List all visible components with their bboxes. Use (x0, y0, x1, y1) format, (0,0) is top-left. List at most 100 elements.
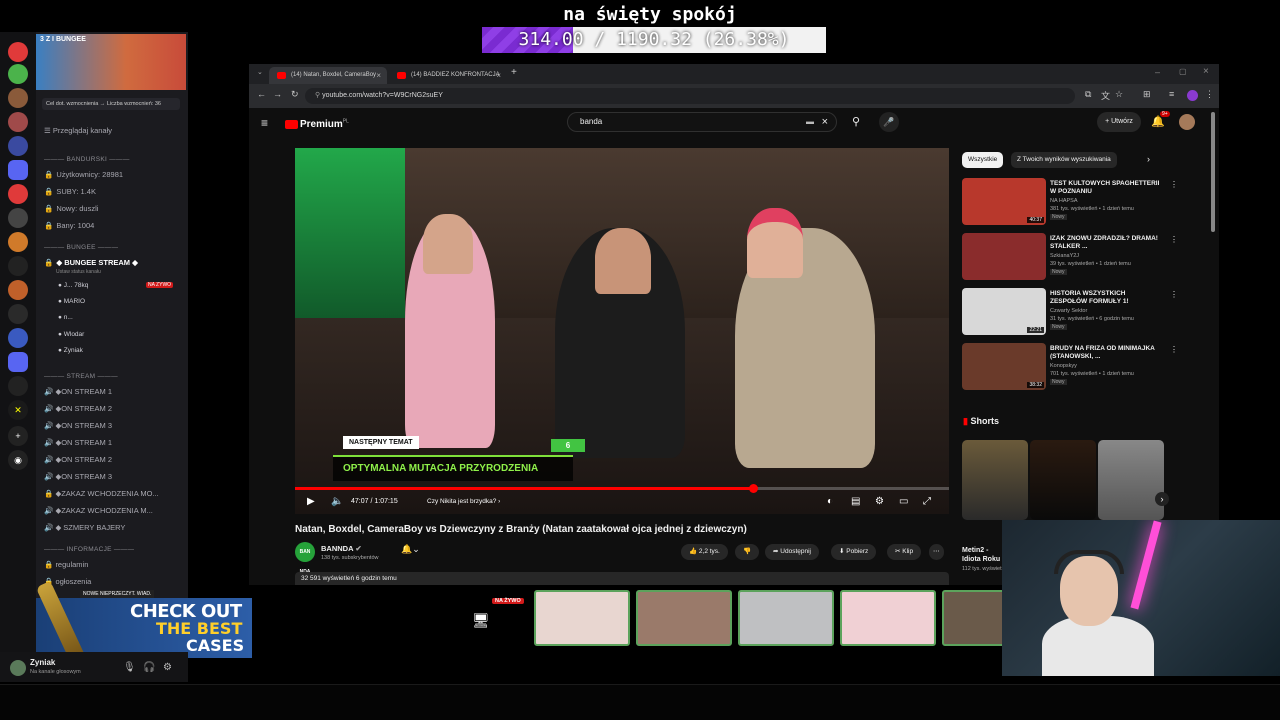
microphone-icon[interactable]: 🎙 (123, 662, 136, 673)
chevron-right-icon[interactable]: › (1147, 154, 1150, 164)
server-icon[interactable]: ✕ (8, 400, 28, 420)
server-icon[interactable] (8, 136, 28, 156)
recommendation-item[interactable]: 40:37 TEST KULTOWYCH SPAGHETTERII W POZN… (962, 178, 1202, 228)
settings-gear-icon[interactable]: ⚙ (875, 496, 884, 507)
folder-icon[interactable] (8, 160, 28, 180)
more-vert-icon[interactable]: ⋮ (1205, 89, 1214, 100)
new-tab-icon[interactable]: + (511, 67, 517, 78)
subtitles-icon[interactable]: ▤ (851, 496, 860, 507)
rec-title[interactable]: HISTORIA WSZYSTKICH ZESPOŁÓW FORMUŁY 1! (1050, 290, 1162, 306)
more-vert-icon[interactable]: ⋮ (1170, 290, 1178, 299)
channel-item[interactable]: 🔒 Użytkownicy: 28981 (44, 170, 186, 179)
more-vert-icon[interactable]: ⋮ (1170, 345, 1178, 354)
more-vert-icon[interactable]: ⋮ (1170, 180, 1178, 189)
voice-channel[interactable]: 🔊 ◆ON STREAM 1 (44, 387, 186, 396)
channel-avatar[interactable]: BAN NDA (295, 542, 315, 575)
folder-icon[interactable] (8, 352, 28, 372)
recommendation-item[interactable]: 22:21 HISTORIA WSZYSTKICH ZESPOŁÓW FORMU… (962, 288, 1202, 338)
server-icon[interactable] (8, 42, 28, 62)
chip-all[interactable]: Wszystkie (962, 152, 1004, 168)
server-icon[interactable] (8, 232, 28, 252)
server-icon[interactable] (8, 376, 28, 396)
short-thumbnail[interactable] (1030, 440, 1096, 520)
server-icon[interactable] (8, 64, 28, 84)
scrollbar[interactable] (1211, 112, 1215, 232)
video-thumbnail[interactable]: 22:21 (962, 288, 1046, 335)
participant-tile[interactable] (636, 590, 732, 646)
fullscreen-icon[interactable]: ⤢ (923, 496, 931, 507)
forward-icon[interactable]: → (273, 89, 282, 99)
menu-icon[interactable]: ≡ (1169, 89, 1174, 99)
video-progress-bar[interactable] (295, 484, 949, 493)
maximize-icon[interactable]: ▢ (1179, 67, 1187, 76)
category-bungee[interactable]: ——— BUNGEE ——— (44, 244, 186, 251)
rec-title[interactable]: IZAK ZNOWU ZDRADZIŁ? DRAMA! STALKER ... (1050, 235, 1162, 251)
voice-channel[interactable]: 🔊 ◆ON STREAM 2 (44, 404, 186, 413)
voice-user[interactable]: ● n... (58, 314, 200, 321)
voice-user[interactable]: ● J... 78kq NA ŻYWO (58, 282, 200, 289)
autoplay-toggle-icon[interactable]: ◐ (827, 496, 833, 507)
rec-channel[interactable]: SzkianaY2J (1050, 253, 1079, 259)
category-informacje[interactable]: ——— INFORMACJE ——— (44, 546, 186, 553)
add-server-icon[interactable]: + (8, 426, 28, 446)
participant-tile[interactable] (840, 590, 936, 646)
server-icon[interactable] (8, 112, 28, 132)
channel-name[interactable]: BANNDA ✔ (321, 544, 362, 553)
short-title[interactable]: Metin2 - Idiota Roku (962, 546, 1004, 564)
microphone-icon[interactable]: 🎤 (879, 112, 899, 132)
theater-mode-icon[interactable]: ▭ (899, 496, 908, 507)
video-thumbnail[interactable]: 38:32 (962, 343, 1046, 390)
rec-channel[interactable]: Konopskyy (1050, 363, 1077, 369)
server-icon[interactable] (8, 328, 28, 348)
voice-channel[interactable]: 🔊 ◆ SZMERY BAJERY (44, 523, 186, 532)
voice-channel[interactable]: 🔊 ◆ON STREAM 2 (44, 455, 186, 464)
voice-channel[interactable]: 🔊 ◆ON STREAM 3 (44, 421, 186, 430)
participant-tile[interactable] (534, 590, 630, 646)
avatar[interactable] (1179, 114, 1195, 130)
tab[interactable]: (14) BADDIEZ KONFRONTACJA × (389, 67, 507, 84)
clip-button[interactable]: ✂ Klip (887, 544, 922, 560)
keyboard-icon[interactable]: ▬ (806, 113, 814, 131)
headphones-icon[interactable]: 🎧 (143, 662, 155, 673)
close-icon[interactable]: × (376, 67, 381, 84)
youtube-logo[interactable]: PremiumPL (285, 116, 349, 134)
voice-user[interactable]: ● Wlodar (58, 331, 200, 338)
category-bandurski[interactable]: ——— BANDURSKI ——— (44, 156, 186, 163)
cast-icon[interactable]: ⧉ (1085, 89, 1091, 100)
gear-icon[interactable]: ⚙ (163, 662, 172, 673)
channel-status[interactable]: Ustaw status kanału (56, 269, 198, 275)
rec-title[interactable]: BRUDY NA FRIZA OD MINIMAJKA (STANOWSKI, … (1050, 345, 1162, 361)
short-thumbnail[interactable] (962, 440, 1028, 520)
video-thumbnail[interactable] (962, 233, 1046, 280)
back-icon[interactable]: ← (257, 89, 266, 99)
close-window-icon[interactable]: × (1203, 66, 1209, 77)
profile-icon[interactable] (1187, 90, 1198, 101)
short-thumbnail[interactable] (1098, 440, 1164, 520)
voice-channel[interactable]: 🔊 ◆ON STREAM 3 (44, 472, 186, 481)
server-icon[interactable] (8, 88, 28, 108)
extensions-icon[interactable]: ⊞ (1143, 89, 1151, 100)
chevron-right-icon[interactable]: › (1155, 492, 1169, 506)
search-input[interactable]: banda ▬ × (567, 112, 837, 132)
voice-channel[interactable]: 🔒 ◆ZAKAZ WCHODZENIA MO... (44, 489, 186, 498)
text-channel[interactable]: 🔒 regulamin (44, 560, 186, 569)
tab-list-icon[interactable]: ⌄ (257, 68, 263, 76)
voice-channel[interactable]: 🔊 ◆ON STREAM 1 (44, 438, 186, 447)
url-input[interactable]: ⚲ youtube.com/watch?v=W9CrNG2suEY (305, 88, 1075, 104)
recommendation-item[interactable]: IZAK ZNOWU ZDRADZIŁ? DRAMA! STALKER ... … (962, 233, 1202, 283)
tab-active[interactable]: (14) Natan, Boxdel, CameraBoy × (269, 67, 387, 84)
video-player[interactable]: NASTĘPNY TEMAT 6 OPTYMALNA MUTACJA PRZYR… (295, 148, 949, 514)
participant-tile[interactable] (942, 590, 1006, 646)
server-icon[interactable] (8, 280, 28, 300)
voice-channel[interactable]: 🔊 ◆ZAKAZ WCHODZENIA M... (44, 506, 186, 515)
close-icon[interactable]: × (496, 67, 501, 84)
server-icon[interactable] (8, 256, 28, 276)
subscribed-bell-icon[interactable]: 🔔⌄ (401, 544, 420, 555)
bookmark-star-icon[interactable]: ☆ (1115, 89, 1123, 100)
description-box[interactable]: 32 591 wyświetleń 6 godzin temu (295, 572, 949, 585)
dislike-button[interactable]: 👎 (735, 544, 760, 560)
volume-icon[interactable]: 🔈 (331, 496, 343, 507)
channel-bungee-stream[interactable]: 🔒 ◆ BUNGEE STREAM ◆ (44, 258, 186, 267)
minimize-icon[interactable]: – (1155, 67, 1160, 77)
rec-channel[interactable]: Czwarty Sektor (1050, 308, 1087, 314)
